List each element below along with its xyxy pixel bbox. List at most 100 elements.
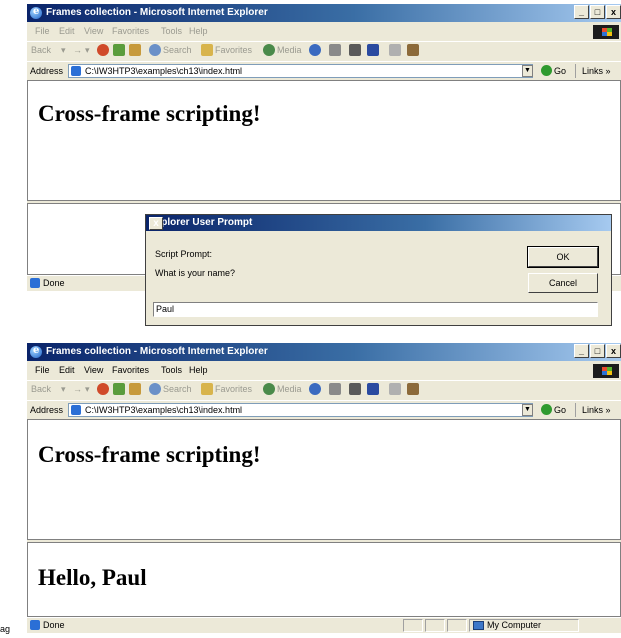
- name-input[interactable]: Paul: [153, 302, 598, 317]
- maximize-button[interactable]: □: [590, 344, 605, 358]
- menu-file[interactable]: File: [35, 26, 50, 36]
- discuss-icon[interactable]: [389, 44, 401, 56]
- top-frame: Cross-frame scripting!: [27, 419, 621, 540]
- toolbar: Back ▾ → ▾ Search Favorites Media: [27, 41, 621, 60]
- refresh-icon[interactable]: [113, 383, 125, 395]
- stop-icon[interactable]: [97, 44, 109, 56]
- media-button[interactable]: Media: [277, 384, 302, 394]
- browser-window-after: Frames collection - Microsoft Internet E…: [27, 343, 621, 633]
- messenger-icon[interactable]: [407, 44, 419, 56]
- history-icon[interactable]: [309, 383, 321, 395]
- dialog-title-bar[interactable]: Explorer User Prompt x: [146, 215, 611, 231]
- home-icon[interactable]: [129, 44, 141, 56]
- menu-view[interactable]: View: [84, 26, 103, 36]
- media-icon: [263, 383, 275, 395]
- print-icon[interactable]: [349, 383, 361, 395]
- search-icon: [149, 44, 161, 56]
- favorites-button[interactable]: Favorites: [215, 384, 252, 394]
- status-cell: [403, 619, 423, 632]
- minimize-button[interactable]: _: [574, 5, 589, 19]
- forward-dropdown-icon[interactable]: ▾: [85, 384, 90, 395]
- go-button[interactable]: Go: [554, 66, 566, 76]
- close-button[interactable]: x: [606, 5, 621, 19]
- ie-icon: [30, 6, 42, 19]
- refresh-icon[interactable]: [113, 44, 125, 56]
- minimize-button[interactable]: _: [574, 344, 589, 358]
- print-icon[interactable]: [349, 44, 361, 56]
- menu-tools[interactable]: Tools: [161, 26, 182, 36]
- search-button[interactable]: Search: [163, 384, 192, 394]
- windows-logo-icon: [593, 25, 619, 39]
- menu-edit[interactable]: Edit: [59, 26, 75, 36]
- computer-icon: [473, 621, 484, 630]
- menu-favorites[interactable]: Favorites: [112, 26, 149, 36]
- mail-icon[interactable]: [329, 383, 341, 395]
- user-prompt-dialog: Explorer User Prompt x Script Prompt: Wh…: [145, 214, 612, 326]
- back-button[interactable]: Back: [31, 45, 51, 55]
- menu-bar: File Edit View Favorites Tools Help: [27, 24, 621, 40]
- status-cell: [447, 619, 467, 632]
- window-title: Frames collection - Microsoft Internet E…: [46, 7, 268, 18]
- bottom-frame: Hello, Paul: [27, 542, 621, 617]
- history-icon[interactable]: [309, 44, 321, 56]
- page-status-icon: [30, 278, 40, 288]
- links-button[interactable]: Links »: [582, 405, 611, 415]
- discuss-icon[interactable]: [389, 383, 401, 395]
- page-icon: [71, 66, 81, 76]
- mail-icon[interactable]: [329, 44, 341, 56]
- forward-dropdown-icon[interactable]: ▾: [85, 45, 90, 56]
- address-dropdown-icon[interactable]: ▼: [522, 65, 533, 77]
- menu-view[interactable]: View: [84, 365, 103, 375]
- address-label: Address: [30, 66, 64, 76]
- ie-icon: [30, 345, 42, 358]
- address-input[interactable]: C:\IW3HTP3\examples\ch13\index.html: [68, 64, 533, 78]
- greeting-heading: Hello, Paul: [38, 565, 147, 590]
- back-dropdown-icon[interactable]: ▾: [61, 384, 66, 395]
- go-arrow-icon[interactable]: [541, 404, 552, 415]
- top-frame-heading: Cross-frame scripting!: [38, 101, 261, 126]
- favorites-button[interactable]: Favorites: [215, 45, 252, 55]
- window-title: Frames collection - Microsoft Internet E…: [46, 346, 268, 357]
- prompt-question: What is your name?: [155, 268, 236, 278]
- links-button[interactable]: Links »: [582, 66, 611, 76]
- status-text: Done: [43, 278, 65, 288]
- word-icon[interactable]: [367, 383, 379, 395]
- forward-icon[interactable]: →: [73, 45, 82, 55]
- go-arrow-icon[interactable]: [541, 65, 552, 76]
- menu-edit[interactable]: Edit: [59, 365, 75, 375]
- maximize-button[interactable]: □: [590, 5, 605, 19]
- ok-button[interactable]: OK: [527, 246, 599, 268]
- script-prompt-label: Script Prompt:: [155, 249, 213, 259]
- menu-help[interactable]: Help: [189, 365, 208, 375]
- address-bar: Address C:\IW3HTP3\examples\ch13\index.h…: [27, 61, 621, 80]
- dialog-close-button[interactable]: x: [149, 217, 163, 230]
- menu-help[interactable]: Help: [189, 26, 208, 36]
- close-button[interactable]: x: [606, 344, 621, 358]
- toolbar: Back ▾ → ▾ Search Favorites Media: [27, 380, 621, 399]
- title-bar[interactable]: Frames collection - Microsoft Internet E…: [27, 343, 621, 361]
- home-icon[interactable]: [129, 383, 141, 395]
- divider: [575, 64, 576, 78]
- search-button[interactable]: Search: [163, 45, 192, 55]
- menu-tools[interactable]: Tools: [161, 365, 182, 375]
- media-icon: [263, 44, 275, 56]
- forward-icon[interactable]: →: [73, 384, 82, 394]
- top-frame: Cross-frame scripting!: [27, 80, 621, 201]
- back-button[interactable]: Back: [31, 384, 51, 394]
- stop-icon[interactable]: [97, 383, 109, 395]
- media-button[interactable]: Media: [277, 45, 302, 55]
- address-input[interactable]: C:\IW3HTP3\examples\ch13\index.html: [68, 403, 533, 417]
- word-icon[interactable]: [367, 44, 379, 56]
- page-status-icon: [30, 620, 40, 630]
- go-button[interactable]: Go: [554, 405, 566, 415]
- back-dropdown-icon[interactable]: ▾: [61, 45, 66, 56]
- cancel-button[interactable]: Cancel: [528, 273, 598, 293]
- title-bar[interactable]: Frames collection - Microsoft Internet E…: [27, 4, 621, 22]
- address-dropdown-icon[interactable]: ▼: [522, 404, 533, 416]
- status-bar: Done My Computer: [27, 617, 621, 633]
- menu-favorites[interactable]: Favorites: [112, 365, 149, 375]
- favorites-icon: [201, 383, 213, 395]
- favorites-icon: [201, 44, 213, 56]
- menu-file[interactable]: File: [35, 365, 50, 375]
- messenger-icon[interactable]: [407, 383, 419, 395]
